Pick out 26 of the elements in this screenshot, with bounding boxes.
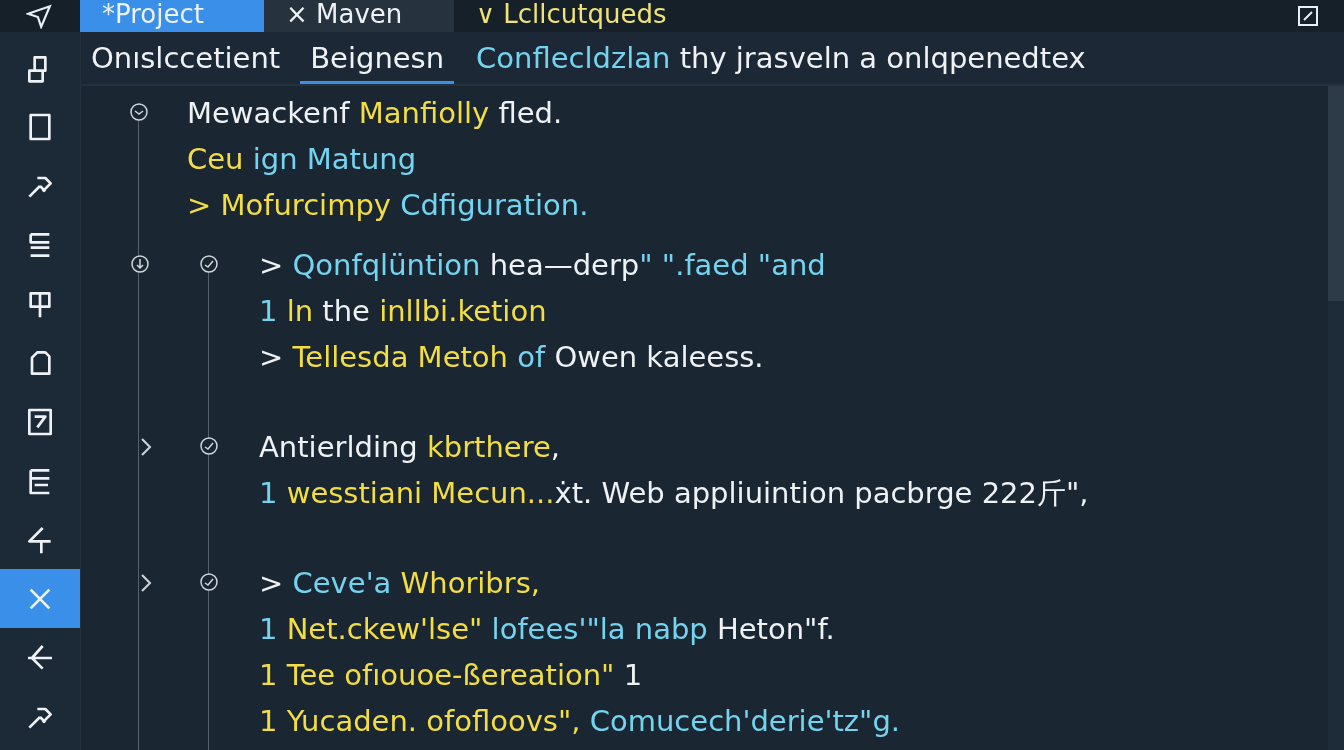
fold-icon[interactable] (129, 102, 149, 122)
chevron-icon[interactable] (139, 572, 153, 594)
code-line: Ceu ign Matung (187, 141, 418, 178)
code-line: 1 Yucaden. ofofloovs", Comucech'derie'tz"g. (259, 703, 901, 740)
send-icon[interactable] (26, 3, 52, 29)
code-line: 1 ln the inllbi.ketion (259, 293, 548, 330)
code-line: Antierlding kbrthere, (259, 429, 562, 466)
code-line: > Tellesda Metoh of Owen kaleess. (259, 339, 765, 376)
tab[interactable]: × Maven (264, 0, 454, 32)
fold-icon[interactable] (199, 572, 219, 592)
code-line: > Ceve'a Whoribrs, (259, 565, 542, 602)
code-line: 1 Net.ckew'lse" lofees'"la nabp Heton"f. (259, 611, 836, 648)
tab[interactable]: Beignesn (300, 32, 455, 84)
code-line: 1 Tee ofıouoe-ßereation" 1 (259, 657, 644, 694)
code-line: 1 wesstiani Mecun...ẋt. Web appliuintion pacbrge 222斤", (259, 475, 1089, 512)
edit-icon[interactable] (1296, 4, 1320, 28)
chevron-icon[interactable] (139, 436, 153, 458)
tab[interactable]: Onıslccetient (81, 32, 291, 84)
fold-icon[interactable] (130, 254, 150, 274)
tab[interactable]: ∨ Lcllcutqueds (454, 0, 689, 32)
fold-icon[interactable] (199, 436, 219, 456)
code-line: > Qonfqlüntion hea—derp" ".faed "and (259, 247, 826, 284)
code-line: Mewackenf Manfiolly fled. (187, 95, 564, 132)
fold-icon[interactable] (199, 254, 219, 274)
message-text: Conflecldzlan thy jrasveln a onlqpenedtex (476, 41, 1086, 75)
code-line: > Mofurcimpy Cdfiguration. (187, 187, 590, 224)
